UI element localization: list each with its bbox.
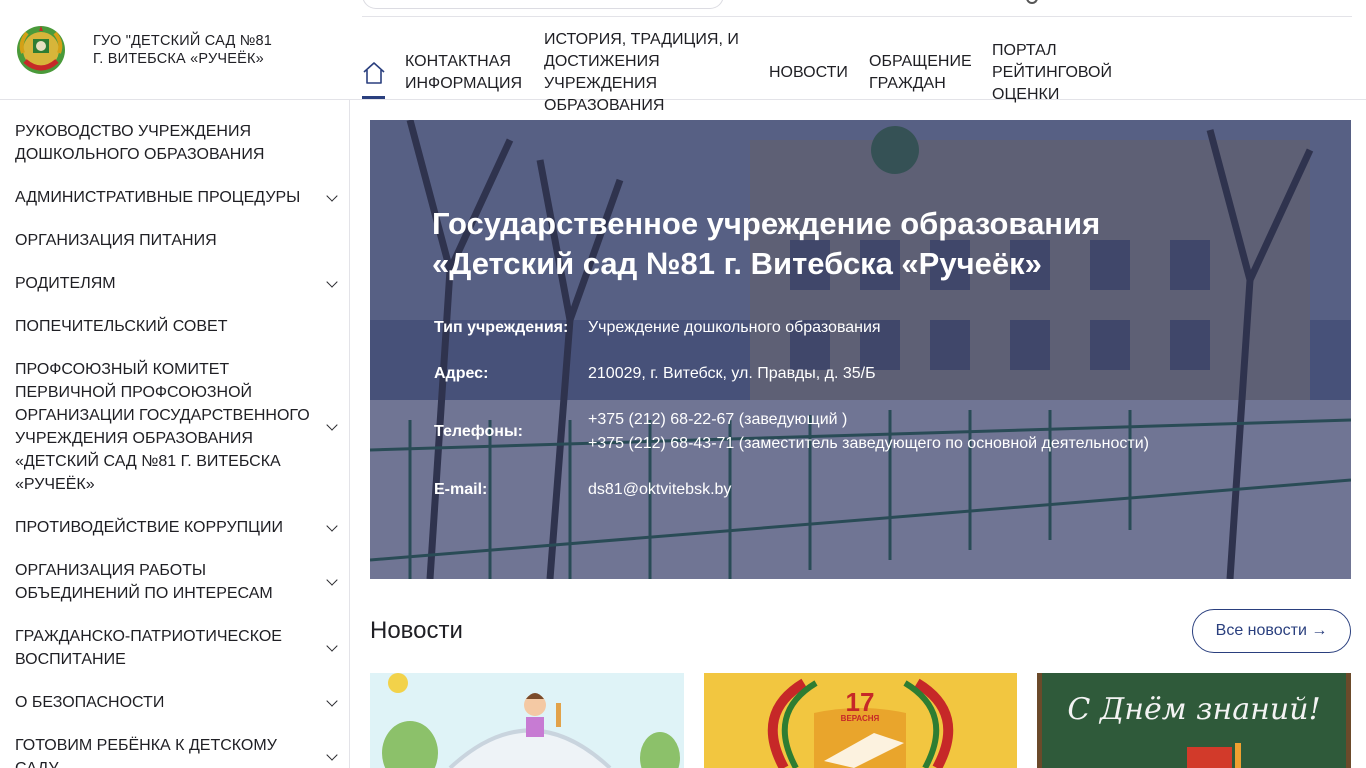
sidebar-item-label: ПРОФСОЮЗНЫЙ КОМИТЕТ ПЕРВИЧНОЙ ПРОФСОЮЗНО…: [15, 361, 310, 493]
site-header: ГУО "ДЕТСКИЙ САД №81 Г. ВИТЕБСКА «РУЧЕЁК…: [0, 0, 1366, 114]
all-news-button[interactable]: Все новости →: [1192, 609, 1351, 653]
phone-2[interactable]: +375 (212) 68-43-71 (заместитель заведую…: [588, 432, 1149, 456]
news-card-3[interactable]: С Днём знаний!: [1037, 673, 1351, 768]
nav-history[interactable]: ИСТОРИЯ, ТРАДИЦИЯ, И ДОСТИЖЕНИЯ УЧРЕЖДЕН…: [544, 29, 739, 117]
chevron-down-icon[interactable]: [326, 574, 338, 586]
accessibility-icon[interactable]: [1026, 0, 1038, 4]
news-card-image: С Днём знаний!: [1037, 673, 1351, 768]
sidebar-item-management[interactable]: РУКОВОДСТВО УЧРЕЖДЕНИЯ ДОШКОЛЬНОГО ОБРАЗ…: [15, 120, 340, 166]
sidebar-item-label: ГРАЖДАНСКО-ПАТРИОТИЧЕСКОЕ ВОСПИТАНИЕ: [15, 628, 282, 668]
news-card-image: [370, 673, 684, 768]
site-title[interactable]: ГУО "ДЕТСКИЙ САД №81 Г. ВИТЕБСКА «РУЧЕЁК…: [93, 32, 272, 68]
institution-title-line1: Государственное учреждение образования: [432, 206, 1101, 241]
chalkboard-text: С Днём знаний!: [1067, 692, 1320, 727]
news-card-image: 17 ВЕРАСНЯ: [704, 673, 1017, 768]
address-value: 210029, г. Витебск, ул. Правды, д. 35/Б: [588, 365, 876, 382]
email-label: E-mail:: [434, 481, 488, 498]
card-date-number: 17: [846, 687, 875, 717]
nav-news[interactable]: НОВОСТИ: [769, 62, 848, 84]
chevron-down-icon[interactable]: [326, 189, 338, 202]
sidebar-item-anti-corruption[interactable]: ПРОТИВОДЕЙСТВИЕ КОРРУПЦИИ: [15, 516, 340, 539]
site-title-line2: Г. ВИТЕБСКА «РУЧЕЁК»: [93, 51, 264, 67]
sidebar-item-label: РУКОВОДСТВО УЧРЕЖДЕНИЯ ДОШКОЛЬНОГО ОБРАЗ…: [15, 123, 265, 163]
chevron-down-icon[interactable]: [326, 640, 338, 652]
nav-label: НОВОСТИ: [769, 64, 848, 81]
nav-active-indicator: [362, 96, 385, 99]
phone-1[interactable]: +375 (212) 68-22-67 (заведующий ): [588, 408, 847, 432]
sidebar-item-nutrition[interactable]: ОРГАНИЗАЦИЯ ПИТАНИЯ: [15, 229, 340, 252]
sidebar-item-board-of-trustees[interactable]: ПОПЕЧИТЕЛЬСКИЙ СОВЕТ: [15, 315, 340, 338]
nav-label: ОБРАЩЕНИЕ: [869, 53, 972, 70]
nav-label: КОНТАКТНАЯ: [405, 53, 511, 70]
email-link[interactable]: ds81@oktvitebsk.by: [588, 478, 731, 502]
nav-label: ОБРАЗОВАНИЯ: [544, 97, 665, 114]
nav-rating-portal[interactable]: ПОРТАЛ РЕЙТИНГОВОЙ ОЦЕНКИ: [992, 40, 1112, 106]
sidebar-item-label: ГОТОВИМ РЕБЁНКА К ДЕТСКОМУ САДУ: [15, 737, 277, 768]
address-label: Адрес:: [434, 365, 489, 382]
chevron-down-icon[interactable]: [326, 519, 338, 532]
sidebar-item-admin-procedures[interactable]: АДМИНИСТРАТИВНЫЕ ПРОЦЕДУРЫ: [15, 186, 340, 209]
phones-label: Телефоны:: [434, 423, 523, 440]
news-section-title: Новости: [370, 617, 463, 644]
sidebar-item-label: АДМИНИСТРАТИВНЫЕ ПРОЦЕДУРЫ: [15, 189, 301, 206]
sidebar-item-label: ПОПЕЧИТЕЛЬСКИЙ СОВЕТ: [15, 318, 228, 335]
nav-label: РЕЙТИНГОВОЙ: [992, 64, 1112, 81]
sidebar-item-label: ОРГАНИЗАЦИЯ ПИТАНИЯ: [15, 232, 217, 249]
sidebar-item-patriotic-education[interactable]: ГРАЖДАНСКО-ПАТРИОТИЧЕСКОЕ ВОСПИТАНИЕ: [15, 625, 340, 671]
site-title-line1: ГУО "ДЕТСКИЙ САД №81: [93, 33, 273, 49]
type-value: Учреждение дошкольного образования: [588, 319, 881, 336]
sidebar-item-trade-union[interactable]: ПРОФСОЮЗНЫЙ КОМИТЕТ ПЕРВИЧНОЙ ПРОФСОЮЗНО…: [15, 358, 340, 496]
chevron-down-icon[interactable]: [326, 419, 338, 431]
nav-label: ГРАЖДАН: [869, 75, 946, 92]
sidebar-menu: РУКОВОДСТВО УЧРЕЖДЕНИЯ ДОШКОЛЬНОГО ОБРАЗ…: [0, 100, 350, 768]
search-bar[interactable]: [362, 0, 724, 9]
state-emblem-logo[interactable]: [15, 23, 67, 76]
sidebar-item-label: ОРГАНИЗАЦИЯ РАБОТЫ ОБЪЕДИНЕНИЙ ПО ИНТЕРЕ…: [15, 562, 273, 602]
type-label: Тип учреждения:: [434, 319, 569, 336]
news-card-2[interactable]: 17 ВЕРАСНЯ: [704, 673, 1017, 768]
nav-label: ИНФОРМАЦИЯ: [405, 75, 523, 92]
sidebar-item-label: ПРОТИВОДЕЙСТВИЕ КОРРУПЦИИ: [15, 519, 283, 536]
chevron-down-icon[interactable]: [326, 749, 338, 761]
nav-citizens-appeals[interactable]: ОБРАЩЕНИЕ ГРАЖДАН: [869, 51, 972, 95]
nav-label: ДОСТИЖЕНИЯ: [544, 53, 660, 70]
institution-title: Государственное учреждение образования «…: [432, 204, 1312, 284]
institution-title-line2: «Детский сад №81 г. Витебска «Ручеёк»: [432, 246, 1042, 281]
news-card-1[interactable]: [370, 673, 684, 768]
nav-label: ОЦЕНКИ: [992, 86, 1060, 103]
sidebar-item-parents[interactable]: РОДИТЕЛЯМ: [15, 272, 340, 295]
nav-label: УЧРЕЖДЕНИЯ: [544, 75, 658, 92]
nav-label: ИСТОРИЯ, ТРАДИЦИЯ, И: [544, 31, 739, 48]
hero-overlay: [370, 120, 1351, 579]
card-date-word: ВЕРАСНЯ: [841, 714, 880, 723]
sidebar-item-interest-groups[interactable]: ОРГАНИЗАЦИЯ РАБОТЫ ОБЪЕДИНЕНИЙ ПО ИНТЕРЕ…: [15, 559, 340, 605]
home-icon[interactable]: [362, 60, 386, 99]
sidebar-item-preparing-child[interactable]: ГОТОВИМ РЕБЁНКА К ДЕТСКОМУ САДУ: [15, 734, 340, 768]
chevron-down-icon[interactable]: [326, 275, 338, 288]
hero-banner: Государственное учреждение образования «…: [370, 120, 1351, 579]
sidebar-item-safety[interactable]: О БЕЗОПАСНОСТИ: [15, 691, 340, 714]
nav-contact-info[interactable]: КОНТАКТНАЯ ИНФОРМАЦИЯ: [405, 51, 522, 95]
sidebar-item-label: О БЕЗОПАСНОСТИ: [15, 694, 165, 711]
sidebar-item-label: РОДИТЕЛЯМ: [15, 275, 116, 292]
chevron-down-icon[interactable]: [326, 694, 338, 707]
nav-label: ПОРТАЛ: [992, 42, 1057, 59]
header-divider: [362, 16, 1352, 17]
